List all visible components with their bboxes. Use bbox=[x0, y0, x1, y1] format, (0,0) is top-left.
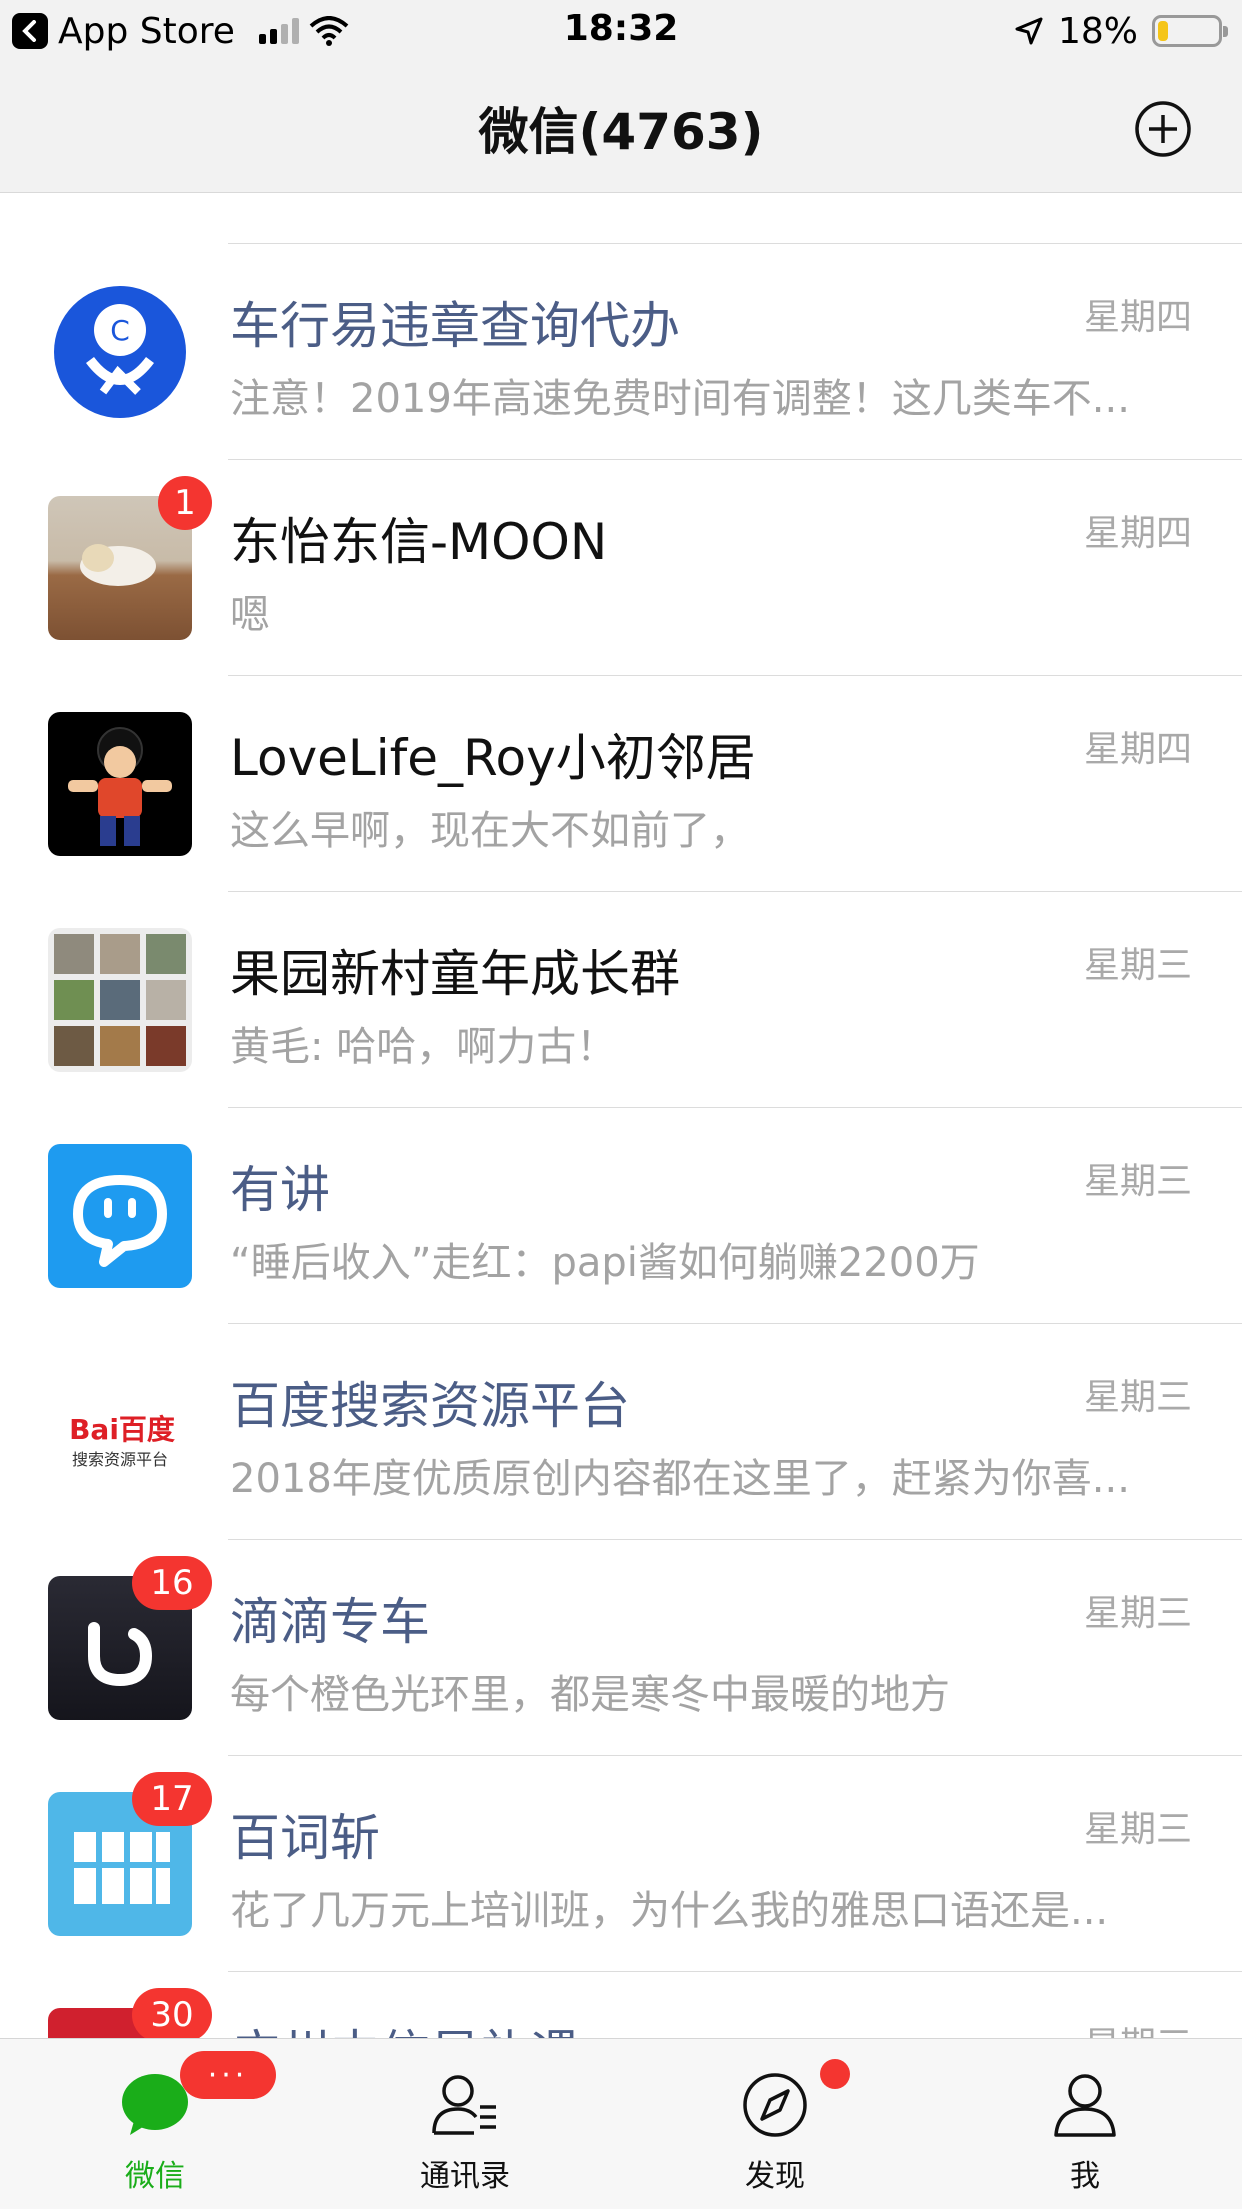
chat-name: 百词斩 bbox=[230, 1809, 380, 1867]
chat-preview: “睡后收入”走红：papi酱如何躺赚2200万 bbox=[230, 1240, 980, 1286]
battery-percent: 18% bbox=[1057, 10, 1138, 52]
avatar bbox=[48, 1144, 192, 1288]
chat-name: 东怡东信-MOON bbox=[230, 513, 608, 571]
chat-row[interactable]: 16 滴滴专车 星期三 每个橙色光环里，都是寒冬中最暖的地方 bbox=[0, 1540, 1242, 1756]
chat-row[interactable]: 30 广州中信星礼遇 星期三 bbox=[0, 1972, 1242, 2038]
chat-preview: 嗯 bbox=[230, 592, 270, 638]
chat-row[interactable]: 17 百词斩 星期三 花了几万元上培训班，为什么我的雅思口语还是... bbox=[0, 1756, 1242, 1972]
chat-row[interactable]: 1 东怡东信-MOON 星期四 嗯 bbox=[0, 460, 1242, 676]
tab-bar: ··· 微信 通讯录 发现 我 bbox=[0, 2038, 1242, 2209]
page-title: 微信(4763) bbox=[478, 103, 764, 161]
chat-preview: 这么早啊，现在大不如前了， bbox=[230, 808, 750, 854]
chat-time: 星期四 bbox=[1083, 729, 1192, 770]
chat-preview: 花了几万元上培训班，为什么我的雅思口语还是... bbox=[230, 1888, 1109, 1934]
chat-preview: 每个橙色光环里，都是寒冬中最暖的地方 bbox=[230, 1672, 950, 1718]
chat-time: 星期三 bbox=[1083, 1593, 1192, 1634]
contacts-icon bbox=[432, 2075, 496, 2135]
person-icon bbox=[1054, 2074, 1116, 2137]
chat-preview: 注意！2019年高速免费时间有调整！这几类车不... bbox=[230, 376, 1130, 422]
chat-preview: 黄毛: 哈哈，啊力古！ bbox=[230, 1024, 617, 1070]
chat-name: 车行易违章查询代办 bbox=[230, 297, 680, 355]
chat-name: 广州中信星礼遇 bbox=[230, 2014, 580, 2038]
baidu-logo-sub: 搜索资源平台 bbox=[71, 1450, 168, 1469]
tab-me[interactable]: 我 bbox=[930, 2039, 1240, 2209]
tab-label: 通讯录 bbox=[420, 2159, 510, 2194]
chat-row[interactable]: LoveLife_Roy小初邻居 星期四 这么早啊，现在大不如前了， bbox=[0, 676, 1242, 892]
location-arrow-icon bbox=[1015, 17, 1043, 45]
chat-time: 星期三 bbox=[1083, 945, 1192, 986]
tab-unread-badge: ··· bbox=[180, 2051, 276, 2099]
tab-contacts[interactable]: 通讯录 bbox=[310, 2039, 620, 2209]
nav-bar: 微信(4763) bbox=[0, 62, 1242, 193]
chat-name: 有讲 bbox=[230, 1161, 330, 1219]
chat-row[interactable]: Bai百度 搜索资源平台 百度搜索资源平台 星期三 2018年度优质原创内容都在… bbox=[0, 1324, 1242, 1540]
chat-time: 星期三 bbox=[1083, 1161, 1192, 1202]
chat-name: LoveLife_Roy小初邻居 bbox=[230, 729, 756, 787]
unread-badge: 17 bbox=[132, 1772, 212, 1826]
tab-label: 微信 bbox=[125, 2159, 185, 2194]
tab-discover[interactable]: 发现 bbox=[620, 2039, 930, 2209]
group-avatar bbox=[48, 928, 192, 1072]
chat-row[interactable]: 有讲 星期三 “睡后收入”走红：papi酱如何躺赚2200万 bbox=[0, 1108, 1242, 1324]
tab-label: 发现 bbox=[745, 2159, 805, 2194]
plus-circle-icon[interactable] bbox=[1134, 100, 1192, 158]
unread-badge: 16 bbox=[132, 1556, 212, 1610]
new-content-dot bbox=[820, 2059, 850, 2089]
chat-time: 星期三 bbox=[1083, 1377, 1192, 1418]
unread-badge: 30 bbox=[132, 1988, 212, 2038]
svg-text:C: C bbox=[110, 314, 130, 347]
chat-name: 滴滴专车 bbox=[230, 1593, 430, 1651]
compass-icon bbox=[743, 2073, 807, 2137]
baidu-logo-text: Bai百度 bbox=[69, 1413, 175, 1446]
unread-badge: 1 bbox=[158, 476, 212, 530]
chat-preview: 2018年度优质原创内容都在这里了，赶紧为你喜... bbox=[230, 1456, 1130, 1502]
chat-time: 星期四 bbox=[1083, 297, 1192, 338]
status-bar: App Store 18:32 18% bbox=[0, 0, 1242, 62]
baidu-logo: Bai百度 搜索资源平台 bbox=[48, 1360, 192, 1504]
chat-name: 果园新村童年成长群 bbox=[230, 945, 680, 1003]
chat-name: 百度搜索资源平台 bbox=[230, 1377, 630, 1435]
avatar: C bbox=[48, 280, 192, 424]
battery-icon bbox=[1152, 15, 1228, 47]
chat-row[interactable]: 果园新村童年成长群 星期三 黄毛: 哈哈，啊力古！ bbox=[0, 892, 1242, 1108]
chat-row[interactable]: C 车行易违章查询代办 星期四 注意！2019年高速免费时间有调整！这几类车不.… bbox=[0, 244, 1242, 460]
chat-time: 星期三 bbox=[1083, 1809, 1192, 1850]
tab-label: 我 bbox=[1070, 2159, 1100, 2194]
chat-time: 星期四 bbox=[1083, 513, 1192, 554]
tab-chats[interactable]: ··· 微信 bbox=[0, 2039, 310, 2209]
avatar bbox=[48, 712, 192, 856]
chat-time: 星期三 bbox=[1084, 2016, 1192, 2038]
chat-list[interactable]: C 车行易违章查询代办 星期四 注意！2019年高速免费时间有调整！这几类车不.… bbox=[0, 193, 1242, 2038]
